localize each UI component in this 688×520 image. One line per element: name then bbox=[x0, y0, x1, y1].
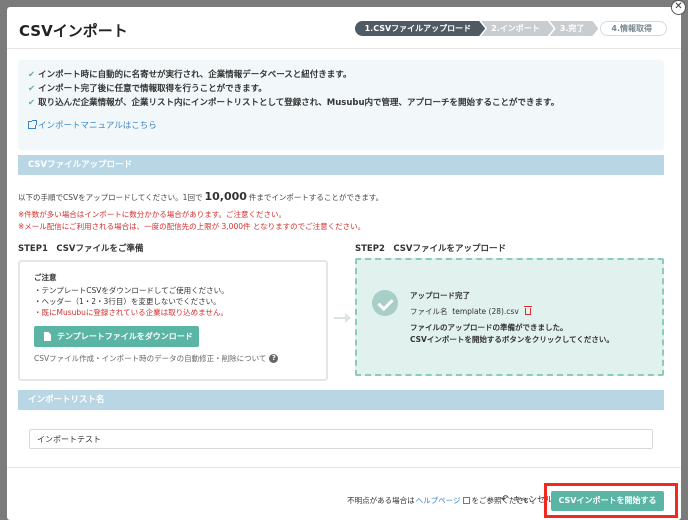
download-template-button[interactable]: テンプレートファイルをダウンロード bbox=[34, 326, 199, 347]
external-link-icon bbox=[462, 497, 470, 504]
trash-icon[interactable] bbox=[523, 306, 532, 315]
check-icon: ✔ bbox=[28, 84, 36, 94]
note-line: ・テンプレートCSVをダウンロードしてご使用ください。 bbox=[34, 286, 229, 295]
check-circle-icon bbox=[372, 290, 398, 316]
info-item: ✔ インポート完了後に任意で情報取得を行うことができます。 bbox=[28, 84, 267, 94]
file-name-row: ファイル名 template (28).csv bbox=[410, 306, 532, 317]
warning-text: ※件数が多い場合はインポートに数分かかる場合があります。ご注意ください。 bbox=[18, 210, 287, 219]
undo-icon: ↶ bbox=[500, 494, 509, 505]
upload-dropzone[interactable]: アップロード完了 ファイル名 template (28).csv ファイルのアッ… bbox=[355, 258, 664, 376]
step-2-import: 2.インポート bbox=[481, 21, 554, 36]
info-box: ✔ インポート時に自動的に名寄せが実行され、企業情報データベースと紐付きます。 ✔… bbox=[18, 60, 664, 150]
step-3-complete: 3.完了 bbox=[550, 21, 599, 36]
help-icon[interactable]: ? bbox=[269, 354, 279, 363]
import-manual-link[interactable]: インポートマニュアルはこちら bbox=[28, 119, 654, 131]
modal-header: CSVインポート 1.CSVファイルアップロード 2.インポート 3.完了 4.… bbox=[7, 7, 681, 49]
info-item: ✔ 取り込んだ企業情報が、企業リスト内にインポートリストとして登録され、Musub… bbox=[28, 98, 560, 108]
file-icon bbox=[44, 332, 51, 341]
modal-footer: 不明点がある場合は ヘルプページ をご参照ください。 ↶ キャンセル CSVイン… bbox=[7, 467, 681, 520]
info-item: ✔ インポート時に自動的に名寄せが実行され、企業情報データベースと紐付きます。 bbox=[28, 70, 352, 80]
upload-description: 以下の手順でCSVをアップロードしてください。1回で 10,000 件までインポート… bbox=[18, 190, 384, 203]
check-icon: ✔ bbox=[28, 70, 36, 80]
note-title: ご注意 bbox=[34, 273, 57, 282]
upload-status: アップロード完了 bbox=[410, 291, 470, 300]
file-name: template (28).csv bbox=[452, 307, 519, 316]
highlight-box: CSVインポートを開始する bbox=[544, 483, 678, 518]
csv-import-modal: CSVインポート 1.CSVファイルアップロード 2.インポート 3.完了 4.… bbox=[7, 7, 681, 520]
help-page-link[interactable]: ヘルプページ bbox=[416, 495, 461, 506]
step-4-info: 4.情報取得 bbox=[600, 21, 667, 36]
note-line: ・既にMusubuに登録されている企業は取り込めません。 bbox=[34, 308, 228, 317]
step-indicator: 1.CSVファイルアップロード 2.インポート 3.完了 4.情報取得 bbox=[359, 21, 667, 36]
step1-card: ご注意 ・テンプレートCSVをダウンロードしてご使用ください。 ・ヘッダー（1・… bbox=[18, 260, 328, 381]
upload-section-title: CSVファイルアップロード bbox=[18, 155, 664, 175]
start-csv-import-button[interactable]: CSVインポートを開始する bbox=[551, 491, 664, 511]
close-icon[interactable]: ✕ bbox=[671, 0, 686, 15]
upload-message: ファイルのアップロードの準備ができました。 bbox=[410, 323, 568, 332]
import-list-name-input[interactable] bbox=[29, 429, 653, 449]
warning-text: ※メール配信にご利用される場合は、一度の配信先の上限が 3,000件 となります… bbox=[18, 222, 366, 231]
step-1-upload: 1.CSVファイルアップロード bbox=[355, 21, 486, 36]
page-title: CSVインポート bbox=[19, 22, 128, 40]
upload-message: CSVインポートを開始するボタンをクリックしてください。 bbox=[410, 335, 614, 344]
arrow-right-icon bbox=[334, 313, 352, 323]
step1-label: STEP1 CSVファイルをご準備 bbox=[18, 244, 144, 254]
list-name-section-title: インポートリスト名 bbox=[18, 390, 664, 410]
check-icon: ✔ bbox=[28, 98, 36, 108]
step2-label: STEP2 CSVファイルをアップロード bbox=[355, 244, 506, 254]
auto-correction-note[interactable]: CSVファイル作成・インポート時のデータの自動修正・削除について ? bbox=[34, 353, 312, 364]
note-line: ・ヘッダー（1・2・3行目）を変更しないでください。 bbox=[34, 297, 221, 306]
external-link-icon bbox=[28, 120, 37, 129]
